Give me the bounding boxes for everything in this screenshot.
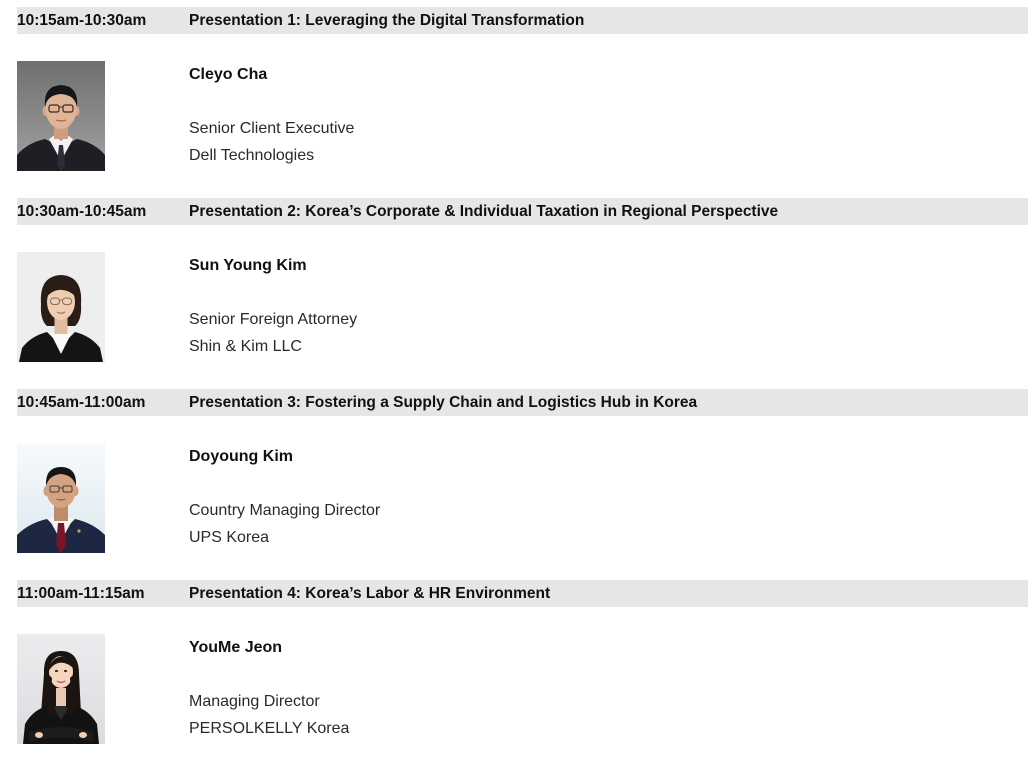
session-block: 10:15am-10:30am Presentation 1: Leveragi… — [0, 0, 1036, 191]
session-time: 11:00am-11:15am — [17, 585, 145, 602]
session-title: Presentation 1: Leveraging the Digital T… — [189, 12, 585, 29]
speaker-organization: PERSOLKELLY Korea — [189, 720, 350, 737]
session-title: Presentation 2: Korea’s Corporate & Indi… — [189, 203, 779, 220]
speaker-name: Cleyo Cha — [189, 66, 268, 83]
session-time: 10:45am-11:00am — [17, 394, 146, 411]
speaker-role: Country Managing Director — [189, 502, 381, 519]
speaker-organization: UPS Korea — [189, 529, 270, 546]
speaker-photo — [17, 252, 105, 362]
speaker-photo — [17, 634, 105, 744]
speaker-role: Senior Client Executive — [189, 120, 355, 137]
session-header-bar: 10:30am-10:45am Presentation 2: Korea’s … — [17, 198, 1028, 225]
speaker-name: Sun Young Kim — [189, 257, 307, 274]
speaker-organization: Dell Technologies — [189, 147, 315, 164]
speaker-role: Senior Foreign Attorney — [189, 311, 358, 328]
session-header-bar: 10:45am-11:00am Presentation 3: Fosterin… — [17, 389, 1028, 416]
session-header-bar: 11:00am-11:15am Presentation 4: Korea’s … — [17, 580, 1028, 607]
session-title: Presentation 4: Korea’s Labor & HR Envir… — [189, 585, 551, 602]
speaker-name: YouMe Jeon — [189, 639, 283, 656]
session-block: 11:00am-11:15am Presentation 4: Korea’s … — [0, 573, 1036, 764]
session-block: 10:45am-11:00am Presentation 3: Fosterin… — [0, 382, 1036, 573]
session-title: Presentation 3: Fostering a Supply Chain… — [189, 394, 698, 411]
speaker-name: Doyoung Kim — [189, 448, 293, 465]
speaker-organization: Shin & Kim LLC — [189, 338, 302, 355]
session-header-bar: 10:15am-10:30am Presentation 1: Leveragi… — [17, 7, 1028, 34]
speaker-role: Managing Director — [189, 693, 320, 710]
speaker-photo — [17, 443, 105, 553]
session-time: 10:15am-10:30am — [17, 12, 147, 29]
speaker-photo — [17, 61, 105, 171]
session-block: 10:30am-10:45am Presentation 2: Korea’s … — [0, 191, 1036, 382]
agenda-page: 10:15am-10:30am Presentation 1: Leveragi… — [0, 0, 1036, 762]
session-time: 10:30am-10:45am — [17, 203, 147, 220]
